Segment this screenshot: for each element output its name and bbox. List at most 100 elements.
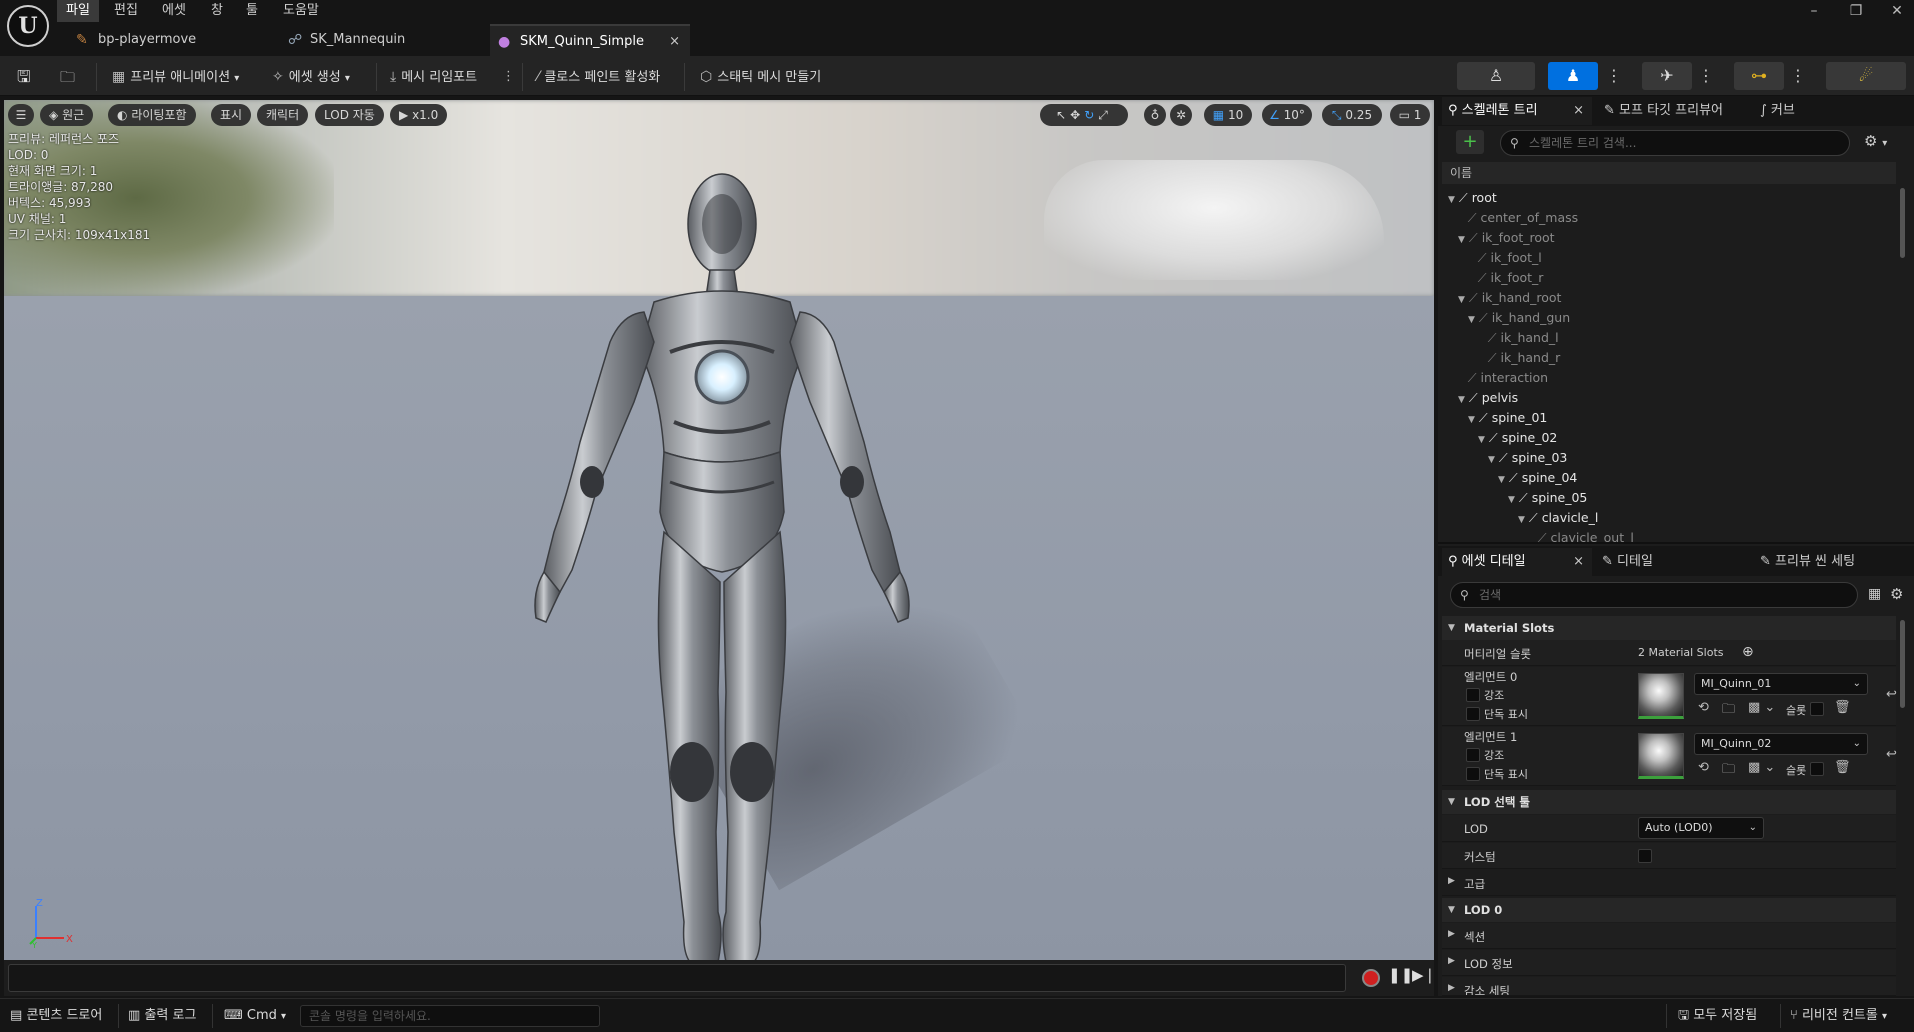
expand-arrow-icon[interactable]: ▼ bbox=[1488, 455, 1495, 465]
sections-row[interactable]: ▶ 섹션 bbox=[1442, 923, 1896, 949]
close-window-button[interactable]: ✕ bbox=[1880, 0, 1914, 22]
menu-tools[interactable]: 툴 bbox=[237, 0, 267, 22]
slot-checkbox[interactable] bbox=[1810, 702, 1824, 716]
menu-file[interactable]: 파일 bbox=[57, 0, 99, 22]
browse-icon[interactable]: 🗀 bbox=[1722, 700, 1735, 722]
browse-icon[interactable]: 🗀 bbox=[1722, 760, 1735, 782]
viewport[interactable] bbox=[4, 100, 1434, 960]
reimport-options-button[interactable]: ⋮ bbox=[502, 65, 515, 89]
surface-snap-toggle[interactable]: ✲ bbox=[1170, 104, 1192, 126]
trash-icon[interactable]: 🗑 bbox=[1834, 760, 1851, 775]
close-tab-icon[interactable]: × bbox=[1573, 97, 1584, 125]
add-bone-button[interactable]: + bbox=[1456, 130, 1484, 154]
bone-row[interactable]: ⟋ interaction bbox=[1458, 368, 1548, 388]
save-icon[interactable]: 🖫 bbox=[17, 65, 31, 89]
slot-checkbox[interactable] bbox=[1810, 762, 1824, 776]
tab-curves[interactable]: ∫ 커브 bbox=[1760, 97, 1795, 125]
bone-row[interactable]: ⟋ ik_hand_r bbox=[1478, 348, 1561, 368]
bone-row[interactable]: ▼ ⟋ ik_hand_root bbox=[1458, 288, 1561, 308]
animation-mode-options[interactable]: ⋮ bbox=[1698, 62, 1714, 90]
reset-arrow-icon[interactable]: ↩ bbox=[1886, 687, 1897, 702]
preview-animation-button[interactable]: ▦ 프리뷰 애니메이션 ▾ bbox=[112, 65, 239, 89]
cloth-paint-button[interactable]: ⁄ 클로스 페인트 활성화 bbox=[537, 65, 660, 89]
content-drawer-button[interactable]: ▤ 콘텐츠 드로어 bbox=[10, 1005, 102, 1027]
pause-button[interactable]: ❚❚ bbox=[1388, 966, 1413, 984]
create-asset-button[interactable]: ✧ 에셋 생성 ▾ bbox=[272, 65, 350, 89]
checker-icon[interactable]: ▩ ⌄ bbox=[1748, 700, 1775, 715]
bone-row[interactable]: ▼ ⟋ ik_foot_root bbox=[1458, 228, 1555, 248]
use-selected-icon[interactable]: ⟲ bbox=[1698, 700, 1709, 715]
table-view-icon[interactable]: ▦ bbox=[1868, 586, 1881, 602]
bone-row[interactable]: ▼ ⟋ spine_03 bbox=[1488, 448, 1567, 468]
expand-arrow-icon[interactable]: ▼ bbox=[1458, 235, 1465, 245]
skeleton-tree-scrollbar[interactable] bbox=[1900, 188, 1905, 258]
details-search-input[interactable]: ⚲ 검색 bbox=[1450, 582, 1858, 608]
cmd-dropdown[interactable]: ⌨ Cmd ▾ bbox=[224, 1005, 286, 1027]
close-tab-icon[interactable]: × bbox=[1573, 548, 1584, 576]
expand-arrow-icon[interactable]: ▼ bbox=[1508, 495, 1515, 505]
bone-row[interactable]: ⟋ ik_hand_l bbox=[1478, 328, 1559, 348]
bone-row[interactable]: ⟋ center_of_mass bbox=[1458, 208, 1578, 228]
animation-mode-button[interactable]: ✈ bbox=[1642, 62, 1692, 90]
perspective-button[interactable]: ◈ 원근 bbox=[40, 104, 94, 126]
tab-bp-playermove[interactable]: ✎ bp-playermove bbox=[68, 24, 268, 56]
skeleton-search-input[interactable]: ⚲ 스켈레톤 트리 검색... bbox=[1500, 130, 1850, 156]
timeline-scrubber[interactable] bbox=[8, 964, 1346, 992]
make-static-mesh-button[interactable]: ⬡ 스태틱 메시 만들기 bbox=[700, 65, 821, 89]
unreal-logo[interactable]: U bbox=[7, 5, 49, 47]
tab-asset-details[interactable]: ⚲ 에셋 디테일 × bbox=[1442, 548, 1592, 576]
tab-details[interactable]: ✎ 디테일 bbox=[1602, 548, 1653, 576]
material-slots-header[interactable]: ▼ Material Slots bbox=[1442, 616, 1896, 640]
material-dropdown[interactable]: MI_Quinn_02 ⌄ bbox=[1694, 733, 1868, 755]
expand-arrow-icon[interactable]: ▼ bbox=[1458, 395, 1465, 405]
bone-row[interactable]: ▼ ⟋ spine_05 bbox=[1508, 488, 1587, 508]
grid-snap-button[interactable]: ▦ 10 bbox=[1204, 104, 1252, 126]
bone-row[interactable]: ▼ ⟋ clavicle_l bbox=[1518, 508, 1598, 528]
skeleton-mode-button[interactable]: ♙ bbox=[1457, 62, 1535, 90]
reset-arrow-icon[interactable]: ↩ bbox=[1886, 747, 1897, 762]
isolate-checkbox[interactable] bbox=[1466, 767, 1480, 781]
bone-row[interactable]: ⟋ ik_foot_r bbox=[1468, 268, 1544, 288]
blueprint-mode-options[interactable]: ⋮ bbox=[1790, 62, 1806, 90]
camera-speed-button[interactable]: ▭ 1 bbox=[1390, 104, 1430, 126]
bone-row[interactable]: ⟋ clavicle_out_l bbox=[1528, 528, 1634, 542]
bone-row[interactable]: ▼ ⟋ root bbox=[1448, 188, 1497, 208]
material-dropdown[interactable]: MI_Quinn_01 ⌄ bbox=[1694, 673, 1868, 695]
bone-row[interactable]: ▼ ⟋ ik_hand_gun bbox=[1468, 308, 1570, 328]
settings-gear-icon[interactable]: ⚙ bbox=[1890, 585, 1903, 603]
browse-icon[interactable]: 🗀 bbox=[60, 65, 75, 89]
bone-row[interactable]: ▼ ⟋ spine_04 bbox=[1498, 468, 1577, 488]
tab-skm-quinn-simple[interactable]: ● SKM_Quinn_Simple × bbox=[490, 24, 690, 56]
step-forward-button[interactable]: ▶❘ bbox=[1412, 966, 1436, 984]
expand-arrow-icon[interactable]: ▼ bbox=[1458, 295, 1465, 305]
mesh-mode-button[interactable]: ♟ bbox=[1548, 62, 1598, 90]
close-tab-icon[interactable]: × bbox=[669, 26, 680, 58]
lod-picker-header[interactable]: ▼ LOD 선택 툴 bbox=[1442, 790, 1896, 814]
world-local-toggle[interactable]: ♁ bbox=[1144, 104, 1166, 126]
lod-auto-button[interactable]: LOD 자동 bbox=[315, 104, 384, 126]
reduction-row[interactable]: ▶ 감소 세팅 bbox=[1442, 977, 1896, 996]
lod-dropdown[interactable]: Auto (LOD0) ⌄ bbox=[1638, 817, 1764, 839]
character-button[interactable]: 캐릭터 bbox=[257, 104, 309, 126]
viewport-menu-button[interactable]: ☰ bbox=[8, 104, 34, 126]
material-thumbnail[interactable] bbox=[1638, 733, 1684, 779]
menu-asset[interactable]: 에셋 bbox=[153, 0, 195, 22]
play-speed-button[interactable]: ▶ x1.0 bbox=[390, 104, 448, 126]
maximize-button[interactable]: ❐ bbox=[1839, 0, 1873, 22]
settings-gear-icon[interactable]: ⚙ ▾ bbox=[1864, 132, 1887, 150]
physics-mode-button[interactable]: ☄ bbox=[1826, 62, 1906, 90]
menu-help[interactable]: 도움말 bbox=[274, 0, 328, 22]
mesh-mode-options[interactable]: ⋮ bbox=[1606, 62, 1622, 90]
expand-arrow-icon[interactable]: ▼ bbox=[1448, 195, 1455, 205]
tab-sk-mannequin[interactable]: ☍ SK_Mannequin bbox=[280, 24, 480, 56]
show-button[interactable]: 표시 bbox=[211, 104, 252, 126]
material-thumbnail[interactable] bbox=[1638, 673, 1684, 719]
lighting-button[interactable]: ◐ 라이팅포함 bbox=[108, 104, 196, 126]
minimize-button[interactable]: – bbox=[1797, 0, 1831, 22]
transform-tools[interactable]: ↖✥↻⤢ bbox=[1040, 104, 1128, 126]
record-button[interactable] bbox=[1362, 969, 1380, 987]
expand-arrow-icon[interactable]: ▼ bbox=[1468, 415, 1475, 425]
output-log-button[interactable]: ▥ 출력 로그 bbox=[128, 1005, 196, 1027]
menu-window[interactable]: 창 bbox=[202, 0, 232, 22]
expand-arrow-icon[interactable]: ▼ bbox=[1468, 315, 1475, 325]
